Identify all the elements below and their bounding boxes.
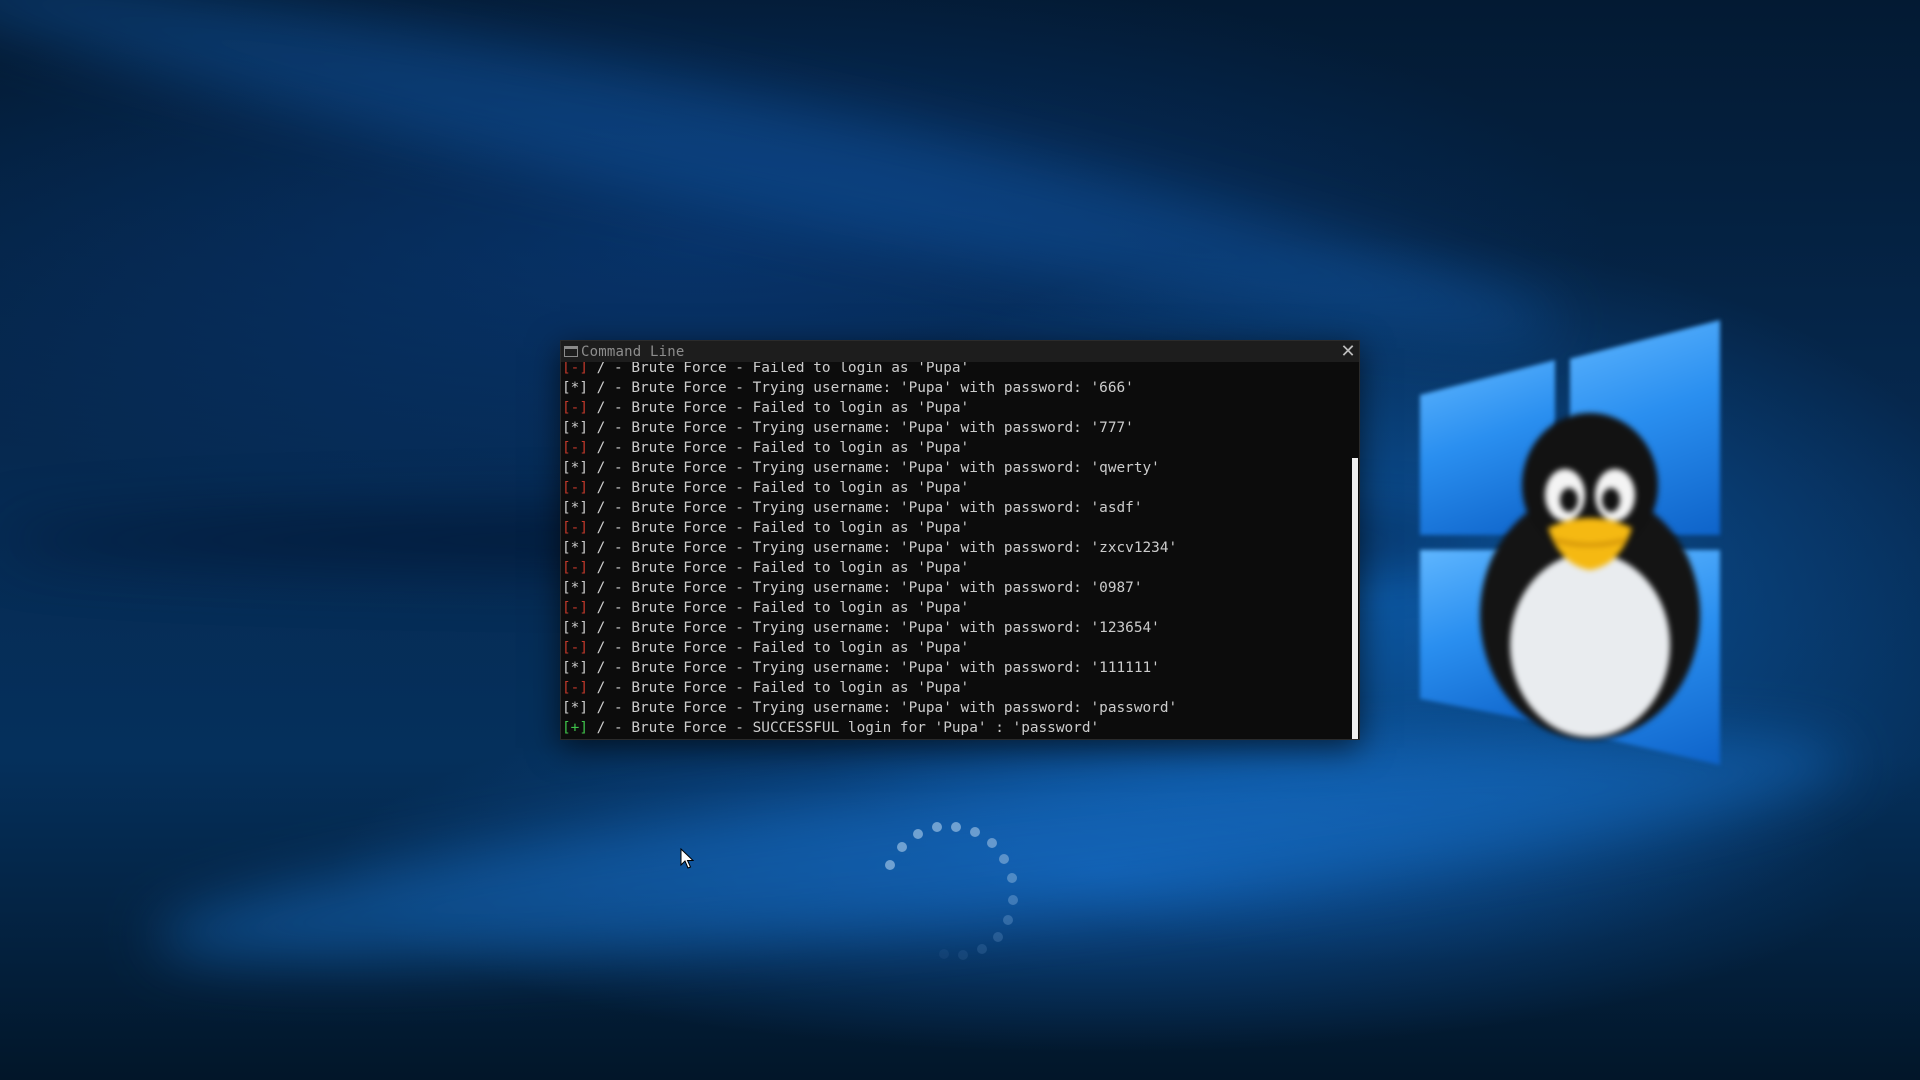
console-line-text: / - Brute Force - Failed to login as 'Pu… <box>588 640 970 656</box>
scrollbar-thumb[interactable] <box>1352 458 1358 739</box>
console-line: [*] / - Brute Force - Trying username: '… <box>562 378 1351 398</box>
console-line-text: / - Brute Force - Trying username: 'Pupa… <box>588 460 1160 476</box>
console-line-text: / - Brute Force - SUCCESSFUL login for '… <box>588 720 1100 736</box>
status-tag-info: [*] <box>562 580 588 596</box>
console-line: [-] / - Brute Force - Failed to login as… <box>562 638 1351 658</box>
console-line: [-] / - Brute Force - Failed to login as… <box>562 518 1351 538</box>
console-line: [*] / - Brute Force - Trying username: '… <box>562 698 1351 718</box>
wallpaper-light-beam <box>0 0 1574 386</box>
console-line-text: / - Brute Force - Failed to login as 'Pu… <box>588 560 970 576</box>
console-line-text: / - Brute Force - Failed to login as 'Pu… <box>588 362 970 376</box>
tux-penguin-graphic <box>1480 413 1700 740</box>
console-line-text: / - Brute Force - Trying username: 'Pupa… <box>588 660 1160 676</box>
mouse-pointer-icon <box>680 848 694 869</box>
console-line: [-] / - Brute Force - Failed to login as… <box>562 558 1351 578</box>
console-line-text: / - Brute Force - Trying username: 'Pupa… <box>588 500 1143 516</box>
console-line-text: / - Brute Force - Failed to login as 'Pu… <box>588 520 970 536</box>
console-line-text: / - Brute Force - Failed to login as 'Pu… <box>588 680 970 696</box>
console-line-text: / - Brute Force - Trying username: 'Pupa… <box>588 580 1143 596</box>
status-tag-ok: [+] <box>562 720 588 736</box>
console-line: [-] / - Brute Force - Failed to login as… <box>562 478 1351 498</box>
console-line: [-] / - Brute Force - Failed to login as… <box>562 398 1351 418</box>
status-tag-fail: [-] <box>562 480 588 496</box>
console-line-text: / - Brute Force - Failed to login as 'Pu… <box>588 440 970 456</box>
status-tag-info: [*] <box>562 460 588 476</box>
status-tag-info: [*] <box>562 420 588 436</box>
console-line: [*] / - Brute Force - Trying username: '… <box>562 578 1351 598</box>
status-tag-fail: [-] <box>562 600 588 616</box>
console-line: [*] / - Brute Force - Trying username: '… <box>562 498 1351 518</box>
console-window-icon <box>564 346 578 357</box>
console-line-text: / - Brute Force - Trying username: 'Pupa… <box>588 380 1134 396</box>
console-line-text: / - Brute Force - Failed to login as 'Pu… <box>588 480 970 496</box>
console-line: [+] / - Brute Force - SUCCESSFUL login f… <box>562 718 1351 738</box>
status-tag-info: [*] <box>562 700 588 716</box>
status-tag-fail: [-] <box>562 560 588 576</box>
console-line-text: / - Brute Force - Trying username: 'Pupa… <box>588 700 1178 716</box>
window-title: Command Line <box>581 343 685 360</box>
status-tag-info: [*] <box>562 540 588 556</box>
console-line: [-] / - Brute Force - Failed to login as… <box>562 678 1351 698</box>
status-tag-info: [*] <box>562 660 588 676</box>
status-tag-info: [*] <box>562 500 588 516</box>
console-line-text: / - Brute Force - Trying username: 'Pupa… <box>588 420 1134 436</box>
status-tag-fail: [-] <box>562 680 588 696</box>
console-output: [-] / - Brute Force - Failed to login as… <box>561 362 1351 739</box>
status-tag-fail: [-] <box>562 640 588 656</box>
console-line: [-] / - Brute Force - Failed to login as… <box>562 438 1351 458</box>
console-line: [-] / - Brute Force - Failed to login as… <box>562 362 1351 378</box>
console-line: [*] / - Brute Force - Trying username: '… <box>562 458 1351 478</box>
console-line: [-] / - Brute Force - Failed to login as… <box>562 598 1351 618</box>
console-line: [*] / - Brute Force - Trying username: '… <box>562 658 1351 678</box>
status-tag-fail: [-] <box>562 400 588 416</box>
status-tag-fail: [-] <box>562 440 588 456</box>
console-line: [*] / - Brute Force - Trying username: '… <box>562 618 1351 638</box>
status-tag-info: [*] <box>562 620 588 636</box>
status-tag-fail: [-] <box>562 520 588 536</box>
console-line-text: / - Brute Force - Failed to login as 'Pu… <box>588 400 970 416</box>
console-line-text: / - Brute Force - Failed to login as 'Pu… <box>588 600 970 616</box>
console-line-text: / - Brute Force - Trying username: 'Pupa… <box>588 540 1178 556</box>
console-line: [*] / - Brute Force - Trying username: '… <box>562 538 1351 558</box>
window-titlebar[interactable]: Command Line ✕ <box>561 341 1359 362</box>
loading-spinner <box>885 822 1018 960</box>
console-line-text: / - Brute Force - Trying username: 'Pupa… <box>588 620 1160 636</box>
status-tag-info: [*] <box>562 380 588 396</box>
status-tag-fail: [-] <box>562 362 588 376</box>
command-line-window[interactable]: Command Line ✕ [-] / - Brute Force - Fai… <box>560 340 1360 740</box>
vertical-scrollbar[interactable] <box>1351 362 1359 739</box>
close-button[interactable]: ✕ <box>1337 341 1359 362</box>
console-line: [*] / - Brute Force - Trying username: '… <box>562 418 1351 438</box>
